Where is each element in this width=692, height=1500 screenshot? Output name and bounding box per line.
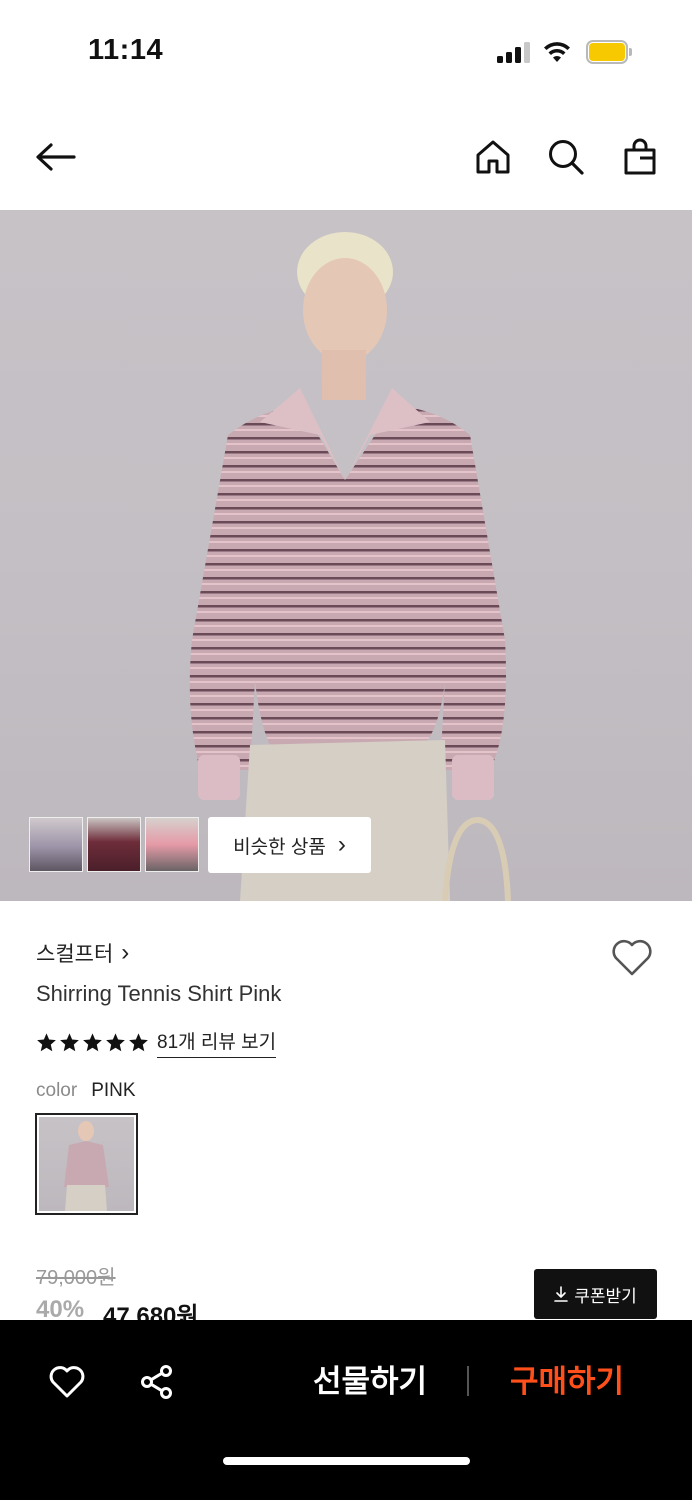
cellular-signal-icon xyxy=(497,41,531,63)
product-image[interactable] xyxy=(0,210,692,901)
rating-row: 81개 리뷰 보기 xyxy=(36,1027,277,1058)
shopping-bag-icon xyxy=(624,138,656,175)
share-button[interactable] xyxy=(135,1360,179,1404)
cart-button[interactable] xyxy=(617,134,663,180)
heart-outline-icon xyxy=(49,1366,85,1398)
wifi-icon xyxy=(544,42,570,62)
top-nav xyxy=(0,120,692,194)
arrow-left-icon xyxy=(36,143,76,171)
star-icon xyxy=(37,1033,56,1052)
product-name: Shirring Tennis Shirt Pink xyxy=(36,981,282,1006)
bottom-action-bar: 선물하기 구매하기 xyxy=(0,1320,692,1500)
color-label: color xyxy=(36,1080,78,1101)
thumbnail-1[interactable] xyxy=(29,817,83,872)
chevron-right-icon: › xyxy=(337,831,346,858)
divider xyxy=(467,1366,469,1396)
status-bar: 11:14 xyxy=(0,0,692,100)
status-time: 11:14 xyxy=(88,34,164,66)
star-icon xyxy=(106,1033,125,1052)
image-thumbnails xyxy=(29,817,199,872)
brand-link[interactable]: 스컬프터 › xyxy=(36,938,129,968)
star-icon xyxy=(83,1033,102,1052)
download-icon xyxy=(554,1286,569,1302)
home-button[interactable] xyxy=(470,134,516,180)
star-icon xyxy=(129,1033,148,1052)
home-indicator xyxy=(223,1457,470,1465)
reviews-link[interactable]: 81개 리뷰 보기 xyxy=(157,1027,277,1058)
heart-outline-icon xyxy=(612,939,652,976)
brand-name: 스컬프터 xyxy=(36,943,114,966)
color-swatch-pink[interactable] xyxy=(35,1113,138,1215)
back-button[interactable] xyxy=(33,134,79,180)
chevron-right-icon: › xyxy=(121,939,130,966)
gift-button[interactable]: 선물하기 xyxy=(300,1360,440,1404)
search-icon xyxy=(549,140,584,175)
model-illustration xyxy=(189,232,511,901)
bottom-wishlist-button[interactable] xyxy=(45,1360,89,1404)
star-rating xyxy=(36,1032,149,1053)
search-button[interactable] xyxy=(543,134,589,180)
battery-icon xyxy=(586,40,632,64)
original-price: 79,000원 xyxy=(36,1267,116,1289)
thumbnail-2[interactable] xyxy=(87,817,141,872)
thumbnail-3[interactable] xyxy=(145,817,199,872)
color-value: PINK xyxy=(91,1080,136,1101)
coupon-label: 쿠폰받기 xyxy=(574,1286,637,1306)
home-icon xyxy=(476,140,510,174)
share-icon xyxy=(141,1365,172,1399)
star-icon xyxy=(60,1033,79,1052)
similar-products-label: 비슷한 상품 xyxy=(233,836,326,858)
similar-products-button[interactable]: 비슷한 상품 › xyxy=(208,817,371,873)
wishlist-button[interactable] xyxy=(608,934,656,982)
color-option-row: color PINK xyxy=(36,1080,136,1102)
swatch-image xyxy=(64,1121,109,1211)
buy-button[interactable]: 구매하기 xyxy=(497,1360,637,1404)
coupon-download-button[interactable]: 쿠폰받기 xyxy=(534,1269,657,1319)
